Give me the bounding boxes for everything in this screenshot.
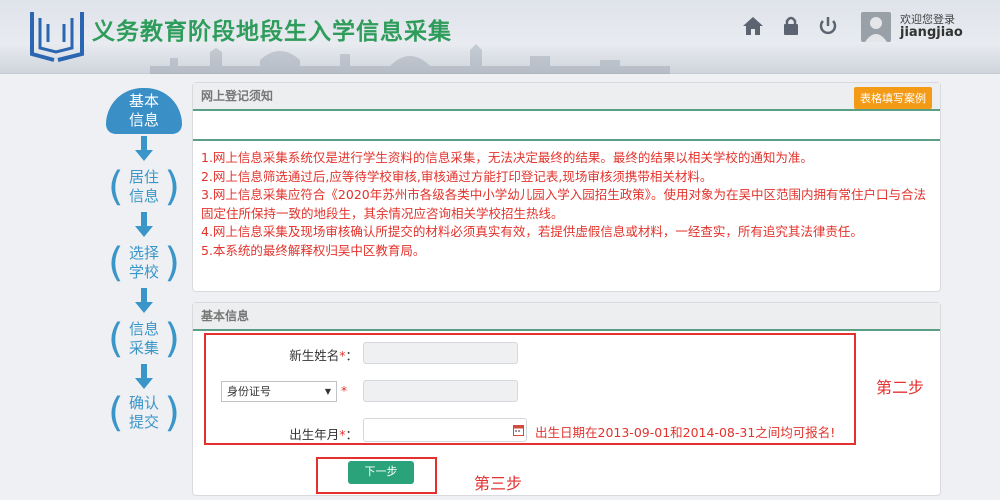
- divider: [193, 139, 940, 141]
- step-residence-info[interactable]: ( 居住 信息 ): [106, 164, 182, 214]
- arrow-down-icon: [135, 136, 153, 161]
- step-select-school[interactable]: ( 选择 学校 ): [106, 240, 182, 290]
- annotation-box-step2: [204, 333, 856, 445]
- arrow-down-icon: [135, 364, 153, 389]
- user-icon: [865, 17, 887, 42]
- step-info-collection[interactable]: ( 信息 采集 ): [106, 316, 182, 366]
- arrow-down-icon: [135, 288, 153, 313]
- step-indicator: 基本 信息 ( 居住 信息 ) ( 选择 学校 ) ( 信息 采集 ) (确认…: [100, 88, 190, 438]
- username[interactable]: jiangjiao: [900, 25, 963, 40]
- home-icon[interactable]: [741, 14, 765, 38]
- notice-line: 固定住所保持一致的地段生，其余情况应咨询相关学校招生热线。: [201, 205, 564, 221]
- annotation-step2-label: 第二步: [876, 378, 925, 397]
- notice-line: 5.本系统的最终解释权归吴中区教育局。: [201, 242, 426, 258]
- form-example-button[interactable]: 表格填写案例: [854, 87, 932, 109]
- avatar[interactable]: [861, 12, 891, 42]
- notice-line: 2.网上信息筛选通过后,应等待学校审核,审核通过方能打印登记表,现场审核须携带相…: [201, 168, 713, 184]
- notice-text: 1.网上信息采集系统仅是进行学生资料的信息采集，无法决定最终的结果。最终的结果以…: [201, 149, 936, 260]
- step-basic-info[interactable]: 基本 信息: [106, 88, 182, 134]
- page-title: 义务教育阶段地段生入学信息采集: [92, 19, 452, 45]
- step-label-line2: 信息: [128, 111, 159, 129]
- step-confirm-submit[interactable]: ( 确认 提交 ): [106, 390, 182, 440]
- lock-icon[interactable]: [779, 14, 803, 38]
- notice-line: 3.网上信息采集应符合《2020年苏州市各级各类中小学幼儿园入学入园招生政策》。…: [201, 187, 926, 202]
- annotation-box-step3: [316, 457, 437, 494]
- notice-panel: 网上登记须知 表格填写案例 1.网上信息采集系统仅是进行学生资料的信息采集，无法…: [192, 82, 941, 292]
- notice-line: 1.网上信息采集系统仅是进行学生资料的信息采集，无法决定最终的结果。最终的结果以…: [201, 150, 813, 165]
- step-label-line1: 基本: [128, 92, 159, 110]
- top-header: 义务教育阶段地段生入学信息采集 欢迎您登录 jiangjiao: [0, 0, 1000, 74]
- notice-panel-heading: 网上登记须知: [193, 83, 940, 111]
- basic-info-heading: 基本信息: [193, 303, 940, 331]
- arrow-down-icon: [135, 212, 153, 237]
- logo-icon: [30, 12, 84, 62]
- power-icon[interactable]: [816, 14, 840, 38]
- notice-line: 4.网上信息采集及现场审核确认所提交的材料必须真实有效，若提供虚假信息或材料，一…: [201, 224, 863, 239]
- annotation-step3-label: 第三步: [474, 474, 523, 493]
